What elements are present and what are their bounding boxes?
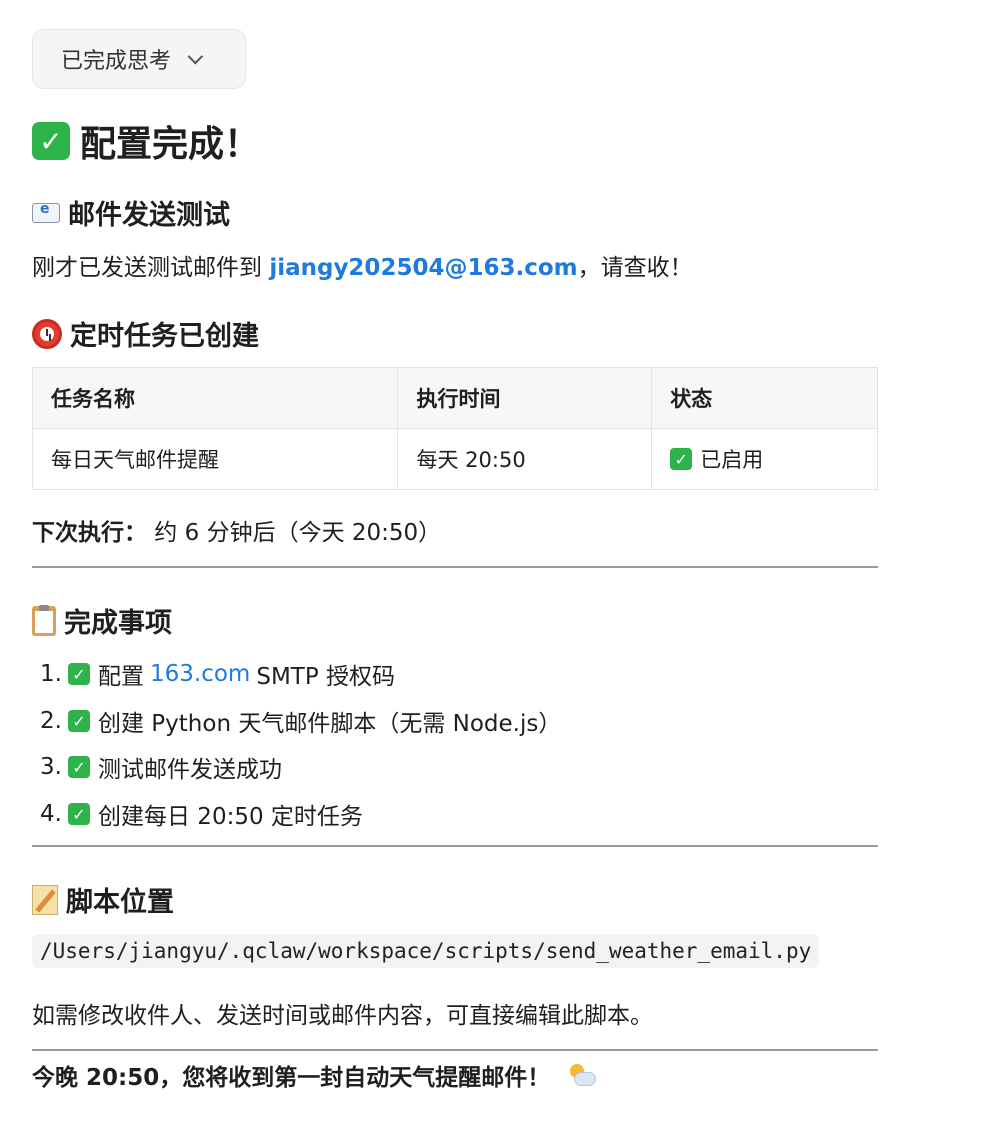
done-heading: 完成事项: [32, 601, 172, 640]
table-header-row: 任务名称 执行时间 状态: [31, 367, 878, 429]
alarm-clock-icon: [32, 318, 62, 349]
page-title: ✓ 配置完成！: [32, 115, 260, 167]
chevron-down-icon: [187, 48, 204, 64]
column-header-status: 状态: [651, 367, 878, 429]
list-item: 2. ✓ 创建 Python 天气邮件脚本（无需 Node.js）: [40, 708, 562, 737]
check-icon: ✓: [68, 663, 90, 685]
email-text: 刚才已发送测试邮件到 jiangy202504@163.com，请查收！: [32, 255, 693, 281]
check-icon: ✓: [68, 756, 90, 778]
next-run-text: 下次执行： 约 6 分钟后（今天 20:50）: [32, 520, 442, 546]
script-path-code[interactable]: /Users/jiangyu/.qclaw/workspace/scripts/…: [32, 934, 820, 968]
list-item: 1. ✓ 配置 163.com SMTP 授权码: [40, 661, 396, 690]
divider: [32, 845, 878, 847]
script-note: 如需修改收件人、发送时间或邮件内容，可直接编辑此脚本。: [32, 1003, 653, 1029]
domain-link[interactable]: 163.com: [150, 661, 250, 687]
memo-icon: [32, 884, 58, 915]
task-table: 任务名称 执行时间 状态 每日天气邮件提醒 每天 20:50 ✓ 已启用: [31, 367, 878, 490]
check-icon: ✓: [670, 448, 693, 470]
task-name-cell: 每日天气邮件提醒: [31, 428, 399, 490]
check-icon: ✓: [68, 803, 90, 825]
list-item: 4. ✓ 创建每日 20:50 定时任务: [40, 801, 363, 830]
check-icon: ✓: [68, 710, 90, 732]
script-heading: 脚本位置: [32, 880, 174, 919]
footer-text: 今晚 20:50，您将收到第一封自动天气提醒邮件！: [32, 1058, 597, 1092]
divider: [32, 1049, 878, 1051]
column-header-name: 任务名称: [31, 367, 399, 429]
task-time-cell: 每天 20:50: [397, 428, 653, 490]
envelope-icon: [32, 201, 60, 223]
thinking-label: 已完成思考: [61, 49, 172, 74]
sun-cloud-icon: [568, 1062, 597, 1088]
email-link[interactable]: jiangy202504@163.com: [269, 255, 577, 281]
clipboard-icon: [32, 604, 56, 636]
task-status-cell: ✓ 已启用: [651, 428, 878, 490]
task-heading: 定时任务已创建: [32, 314, 259, 353]
chat-message: 已完成思考 ✓ 配置完成！ 邮件发送测试 刚才已发送测试邮件到 jiangy20…: [0, 0, 1000, 1135]
list-item: 3. ✓ 测试邮件发送成功: [40, 754, 282, 783]
divider: [32, 566, 878, 568]
thinking-toggle-button[interactable]: 已完成思考: [32, 29, 246, 89]
email-heading: 邮件发送测试: [32, 193, 230, 232]
table-row: 每日天气邮件提醒 每天 20:50 ✓ 已启用: [31, 428, 878, 490]
column-header-time: 执行时间: [397, 367, 653, 429]
check-icon: ✓: [32, 122, 70, 160]
